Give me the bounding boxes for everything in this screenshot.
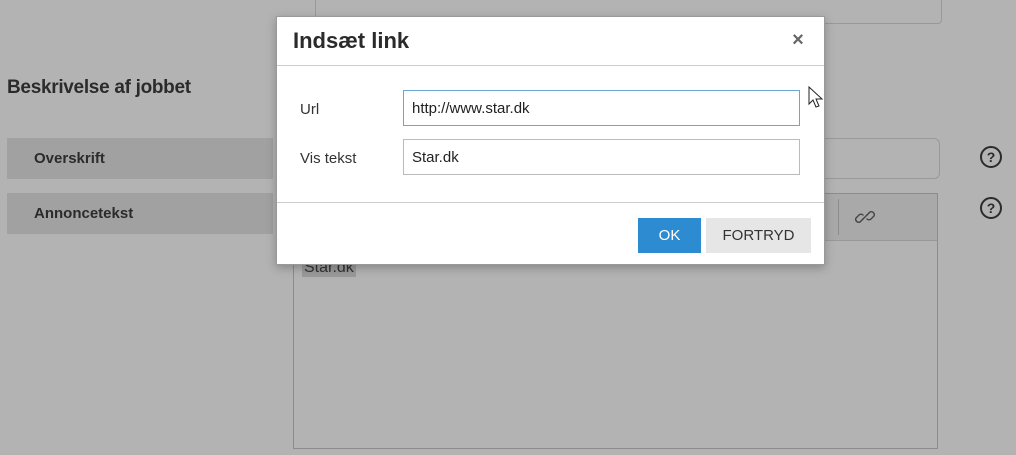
close-icon[interactable]: × [786, 28, 810, 52]
dialog-title: Indsæt link [293, 28, 410, 53]
headline-input[interactable] [823, 138, 940, 179]
dialog-footer: OK FORTRYD [277, 202, 824, 265]
help-icon[interactable]: ? [980, 197, 1002, 219]
link-icon[interactable] [852, 204, 878, 230]
display-text-label: Vis tekst [300, 150, 357, 167]
toolbar-divider [838, 199, 839, 235]
ad-text-label: Annoncetekst [7, 193, 273, 234]
display-text-input[interactable] [403, 139, 800, 175]
insert-link-dialog: Indsæt link × Url Vis tekst OK FORTRYD [276, 16, 825, 265]
headline-label: Overskrift [7, 138, 273, 179]
ok-button[interactable]: OK [638, 218, 701, 253]
url-label: Url [300, 101, 320, 118]
section-heading: Beskrivelse af jobbet [7, 77, 191, 98]
mouse-pointer-icon [808, 86, 824, 108]
help-icon[interactable]: ? [980, 146, 1002, 168]
url-input[interactable] [403, 90, 800, 126]
cancel-button[interactable]: FORTRYD [706, 218, 811, 253]
dialog-header: Indsæt link × [277, 17, 824, 66]
job-form-page: Beskrivelse af jobbet Overskrift ? Annon… [0, 0, 1016, 455]
